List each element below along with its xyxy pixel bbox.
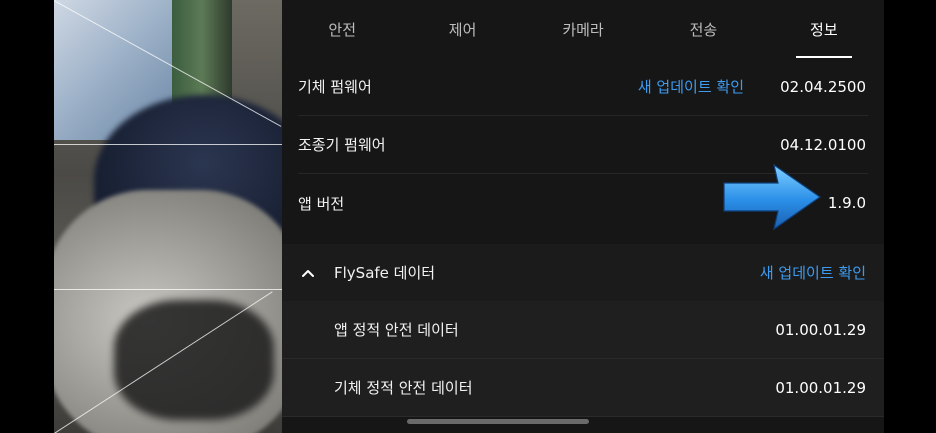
tab-bar: 안전 제어 카메라 전송 정보 — [282, 0, 884, 58]
aircraft-firmware-update-link[interactable]: 새 업데이트 확인 — [638, 76, 744, 97]
flysafe-items: 앱 정적 안전 데이터 01.00.01.29 기체 정적 안전 데이터 01.… — [282, 301, 884, 417]
chevron-up-icon[interactable] — [298, 263, 318, 283]
flysafe-item-value: 01.00.01.29 — [775, 378, 866, 397]
screen: 안전 제어 카메라 전송 정보 기체 펌웨어 새 업데이트 확인 02.04.2… — [0, 0, 936, 433]
flysafe-section-header[interactable]: FlySafe 데이터 새 업데이트 확인 — [282, 244, 884, 301]
list-item: 앱 정적 안전 데이터 01.00.01.29 — [282, 301, 884, 359]
flysafe-update-link[interactable]: 새 업데이트 확인 — [760, 262, 866, 283]
flysafe-title: FlySafe 데이터 — [334, 264, 436, 282]
tab-transmission[interactable]: 전송 — [643, 0, 763, 58]
aircraft-firmware-label: 기체 펌웨어 — [298, 78, 372, 96]
grid-line — [54, 289, 282, 290]
grid-line — [54, 144, 282, 145]
flysafe-item-label: 앱 정적 안전 데이터 — [334, 321, 459, 339]
tab-safety[interactable]: 안전 — [282, 0, 402, 58]
app-version-label: 앱 버전 — [298, 194, 345, 213]
app-version-value: 1.9.0 — [827, 194, 866, 212]
controller-firmware-version: 04.12.0100 — [780, 135, 866, 154]
aircraft-firmware-row: 기체 펌웨어 새 업데이트 확인 02.04.2500 — [298, 58, 868, 116]
list-item: 기체 정적 안전 데이터 01.00.01.29 — [282, 359, 884, 417]
feed-object — [114, 300, 274, 420]
blue-arrow-icon — [723, 163, 822, 231]
aircraft-firmware-version: 02.04.2500 — [780, 77, 866, 96]
flysafe-item-value: 01.00.01.29 — [775, 320, 866, 339]
home-indicator[interactable] — [407, 419, 589, 424]
screen-edge — [884, 0, 936, 433]
tab-control[interactable]: 제어 — [402, 0, 522, 58]
info-list: 기체 펌웨어 새 업데이트 확인 02.04.2500 조종기 펌웨어 04.1… — [282, 58, 884, 417]
tab-about[interactable]: 정보 — [764, 0, 884, 58]
tab-camera[interactable]: 카메라 — [523, 0, 643, 58]
camera-feed[interactable] — [54, 0, 282, 433]
controller-firmware-label: 조종기 펌웨어 — [298, 136, 386, 154]
flysafe-item-label: 기체 정적 안전 데이터 — [334, 379, 473, 397]
